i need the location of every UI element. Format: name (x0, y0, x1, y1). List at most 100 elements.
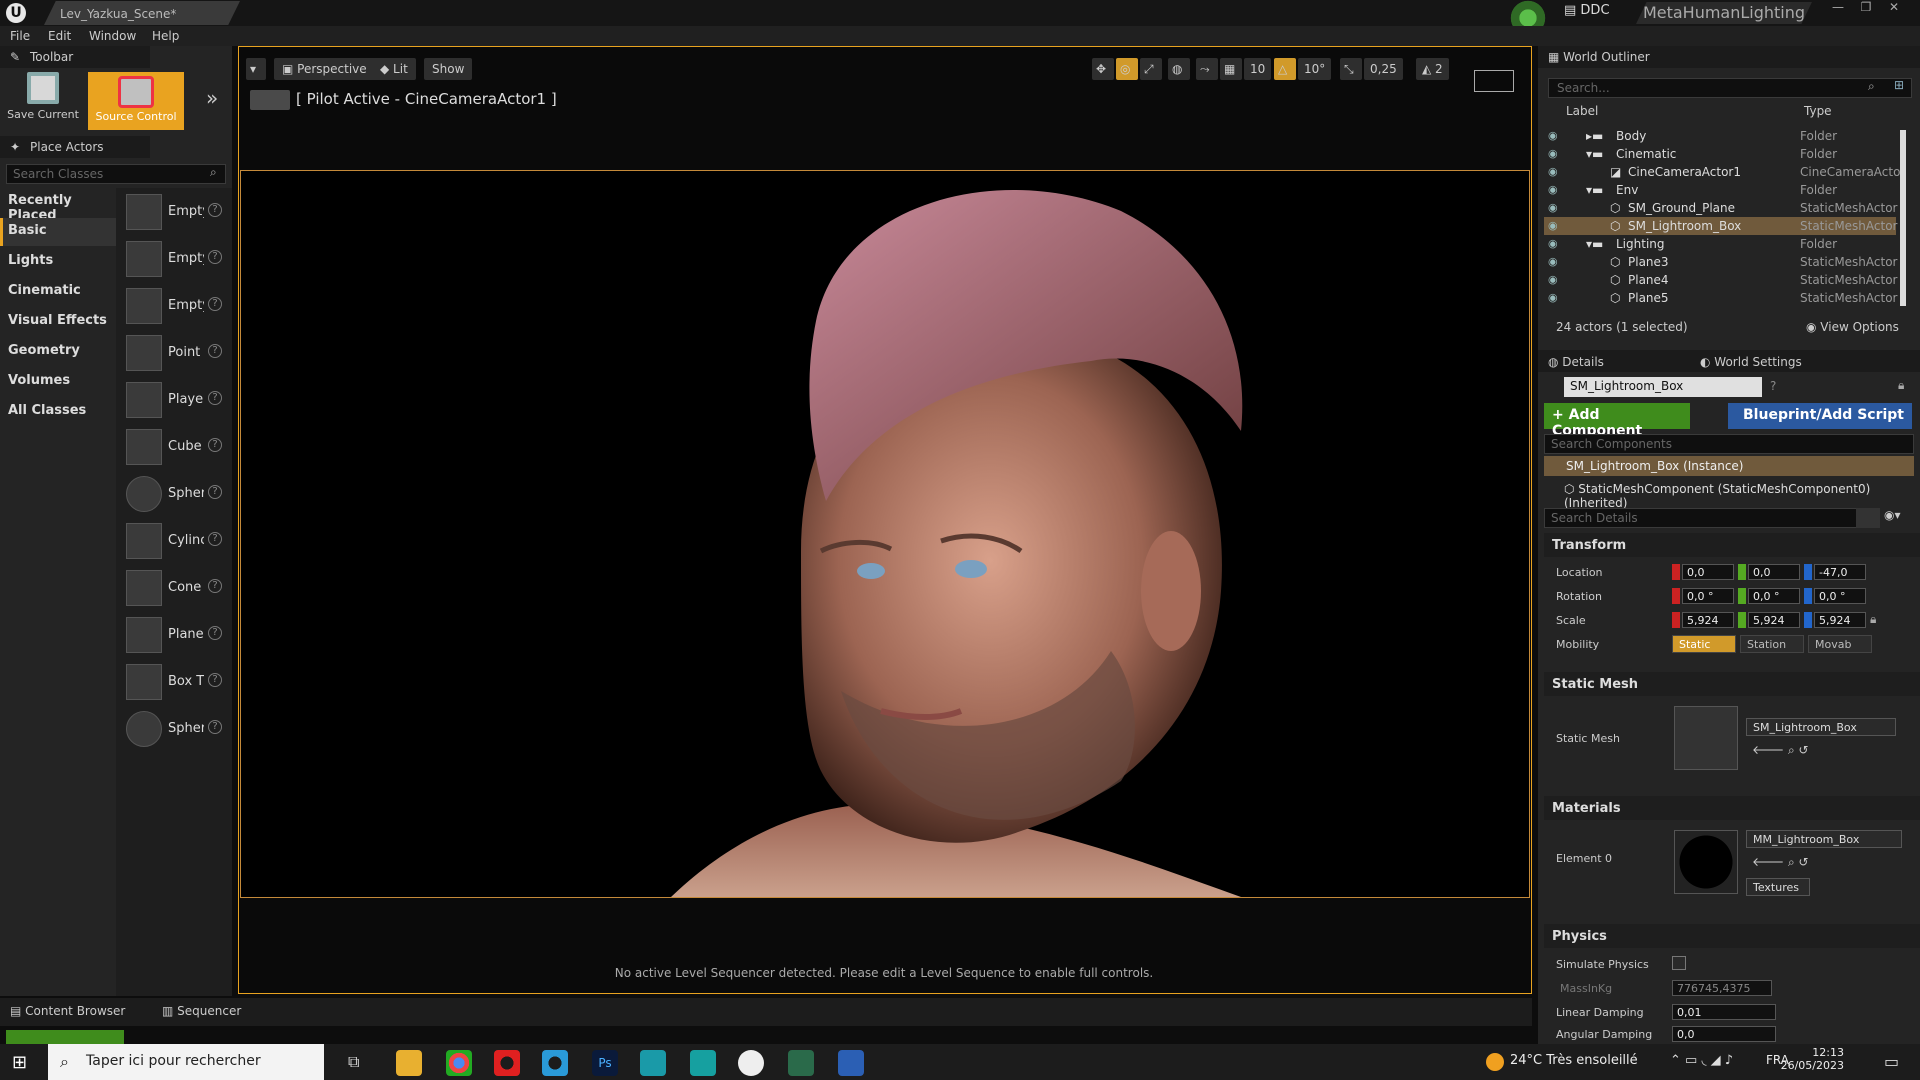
visibility-eye-icon[interactable]: ◉ (1548, 273, 1560, 286)
help-icon[interactable]: ? (208, 438, 222, 452)
rotation-snap-icon[interactable]: △ (1274, 58, 1296, 80)
outliner-row[interactable]: ◉ ◪ CineCameraActor1 CineCameraActor (1544, 163, 1905, 181)
maya-icon[interactable] (640, 1050, 666, 1076)
visibility-eye-icon[interactable]: ◉ (1548, 165, 1560, 178)
help-icon[interactable]: ? (208, 720, 222, 734)
location-z-field[interactable]: -47,0 (1814, 564, 1866, 580)
lit-button[interactable]: ◆ Lit (372, 58, 416, 80)
photoshop-icon[interactable]: Ps (592, 1050, 618, 1076)
outliner-row-selected[interactable]: ◉ ⬡ SM_Lightroom_Box StaticMeshActor (1544, 217, 1897, 235)
actor-item[interactable]: Cylinc? (120, 519, 230, 563)
mobility-static-button[interactable]: Static (1672, 635, 1736, 653)
help-icon[interactable]: ? (208, 297, 222, 311)
search-details-input[interactable]: Search Details (1544, 508, 1870, 528)
visibility-eye-icon[interactable]: ◉ (1548, 147, 1560, 160)
unreal-engine-icon[interactable] (738, 1050, 764, 1076)
actor-item[interactable]: Spher? (120, 707, 230, 751)
perspective-button[interactable]: ▣ Perspective (274, 58, 375, 80)
mobility-movable-button[interactable]: Movab (1808, 635, 1872, 653)
outliner-col-type[interactable]: Type (1804, 104, 1832, 118)
help-icon[interactable]: ? (208, 579, 222, 593)
location-y-field[interactable]: 0,0 (1748, 564, 1800, 580)
scale-label[interactable]: Scale (1556, 614, 1586, 627)
mudbox-icon[interactable] (690, 1050, 716, 1076)
material-dropdown[interactable]: MM_Lightroom_Box (1746, 830, 1902, 848)
place-actors-tab[interactable]: Place Actors (0, 136, 150, 158)
outliner-row[interactable]: ◉ ▾▬ Cinematic Folder (1544, 145, 1896, 163)
minimize-icon[interactable]: — (1824, 0, 1852, 18)
menu-help[interactable]: Help (152, 29, 179, 43)
rotation-snap-value[interactable]: 10° (1298, 58, 1332, 80)
show-button[interactable]: Show (424, 58, 473, 80)
app-c-icon[interactable] (542, 1050, 568, 1076)
add-component-button[interactable]: + Add Component (1544, 403, 1690, 439)
outliner-row[interactable]: ◉ ⬡ Plane4 StaticMeshActor (1544, 271, 1897, 289)
save-current-button[interactable]: Save Current (6, 72, 80, 132)
view-options-button[interactable]: ◉ View Options (1806, 320, 1899, 334)
translate-icon[interactable]: ✥ (1092, 58, 1114, 80)
search-components-input[interactable]: Search Components (1544, 434, 1914, 454)
help-icon[interactable]: ? (208, 203, 222, 217)
scale-snap-icon[interactable]: ⤡ (1340, 58, 1362, 80)
outliner-row[interactable]: ◉ ⬡ Plane3 StaticMeshActor (1544, 253, 1897, 271)
toolbar-expand-icon[interactable]: » (206, 86, 218, 110)
actor-item[interactable]: Plane? (120, 613, 230, 657)
actor-item[interactable]: Point? (120, 331, 230, 375)
viewport-options-icon[interactable]: ▾ (246, 58, 266, 80)
world-local-icon[interactable]: ◍ (1168, 58, 1190, 80)
menu-window[interactable]: Window (89, 29, 136, 43)
category-visual-effects[interactable]: Visual Effects (0, 308, 116, 336)
outliner-row[interactable]: ◉ ▸▬ Body Folder (1544, 127, 1896, 145)
actor-item[interactable]: Spher? (120, 472, 230, 516)
help-icon[interactable]: ? (208, 626, 222, 640)
notification-icon[interactable]: ▭ (1884, 1052, 1899, 1071)
source-control-button[interactable]: Source Control (88, 72, 184, 130)
static-mesh-component-row[interactable]: ⬡ StaticMeshComponent (StaticMeshCompone… (1564, 482, 1920, 510)
add-import-button[interactable] (6, 1030, 124, 1044)
help-icon[interactable]: ? (208, 485, 222, 499)
lock-icon[interactable]: 🔒︎ (1898, 378, 1904, 393)
menu-edit[interactable]: Edit (48, 29, 71, 43)
weather-icon[interactable] (1486, 1053, 1504, 1071)
material-thumbnail[interactable] (1674, 830, 1738, 894)
actor-item[interactable]: Empty? (120, 190, 230, 234)
world-outliner-tab[interactable]: ▦ World Outliner (1548, 50, 1650, 64)
rotate-icon[interactable]: ◎ (1116, 58, 1138, 80)
scale-y-field[interactable]: 5,924 (1748, 612, 1800, 628)
grid-snap-value[interactable]: 10 (1244, 58, 1272, 80)
outliner-col-label[interactable]: Label (1566, 104, 1598, 118)
category-geometry[interactable]: Geometry (0, 338, 116, 366)
surface-snap-icon[interactable]: ⤳ (1196, 58, 1218, 80)
chrome-icon[interactable] (446, 1050, 472, 1076)
scene-render[interactable] (240, 170, 1530, 898)
world-settings-tab[interactable]: ◐ World Settings (1700, 355, 1802, 369)
visibility-eye-icon[interactable]: ◉ (1548, 129, 1560, 142)
asset-nav-icons[interactable]: 🡐 ⌕ ↺ (1752, 742, 1809, 758)
location-x-field[interactable]: 0,0 (1682, 564, 1734, 580)
visibility-filter-icon[interactable]: ◉▾ (1884, 508, 1901, 522)
content-browser-tab[interactable]: ▤ Content Browser (10, 1004, 125, 1018)
scale-z-field[interactable]: 5,924 (1814, 612, 1866, 628)
tray-icons[interactable]: ⌃ ▭ ◟ ◢ ♪ (1670, 1053, 1733, 1068)
linear-damping-field[interactable]: 0,01 (1672, 1004, 1776, 1020)
grid-snap-icon[interactable]: ▦ (1220, 58, 1242, 80)
visibility-eye-icon[interactable]: ◉ (1548, 201, 1560, 214)
actor-item[interactable]: Cone? (120, 566, 230, 610)
taskbar-clock[interactable]: 12:13 26/05/2023 (1780, 1046, 1844, 1072)
add-folder-icon[interactable]: ⊞ (1894, 78, 1904, 92)
outliner-row[interactable]: ◉ ▾▬ Lighting Folder (1544, 235, 1896, 253)
visibility-eye-icon[interactable]: ◉ (1548, 183, 1560, 196)
outliner-row[interactable]: ◉ ⬡ Plane5 StaticMeshActor (1544, 289, 1897, 307)
actor-item[interactable]: Box T? (120, 660, 230, 704)
actor-item[interactable]: Cube? (120, 425, 230, 469)
rotation-label[interactable]: Rotation (1556, 590, 1602, 603)
category-all-classes[interactable]: All Classes (0, 398, 116, 426)
simulate-physics-checkbox[interactable] (1672, 956, 1686, 970)
help-icon[interactable]: ? (208, 673, 222, 687)
outliner-scrollbar[interactable] (1900, 130, 1906, 306)
document-tab[interactable]: Lev_Yazkua_Scene* (44, 1, 240, 25)
ddc-indicator[interactable]: ▤ DDC (1564, 3, 1610, 23)
mobility-stationary-button[interactable]: Station (1740, 635, 1804, 653)
outliner-row[interactable]: ◉ ▾▬ Env Folder (1544, 181, 1896, 199)
menu-file[interactable]: File (10, 29, 30, 43)
